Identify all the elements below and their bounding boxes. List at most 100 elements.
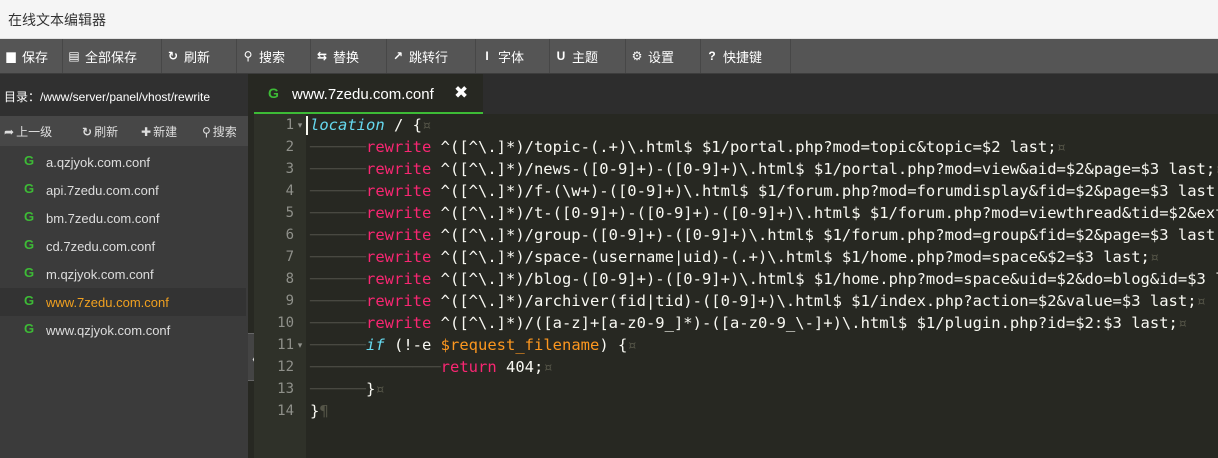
refresh-label: 刷新	[184, 49, 211, 65]
keyword: if	[366, 336, 385, 354]
indent-guide: ──────	[310, 380, 366, 398]
indent-guide: ──────	[310, 336, 366, 354]
gear-icon: ⚙	[631, 49, 643, 63]
line-number: 10	[277, 315, 294, 331]
sidebar-refresh-button[interactable]: ↻ 刷新	[82, 123, 118, 140]
eol-mark: ¤	[543, 358, 553, 376]
indent-guide: ──────	[310, 182, 366, 200]
close-icon[interactable]: ✖	[454, 83, 468, 103]
file-item[interactable]: Gcd.7zedu.com.conf	[0, 232, 246, 260]
tab-file[interactable]: G www.7zedu.com.conf ✖	[254, 74, 483, 114]
file-name: www.qzjyok.com.conf	[46, 323, 171, 338]
jump-icon: ↗	[392, 49, 404, 63]
file-icon: G	[24, 209, 35, 224]
save-button[interactable]: ▆ 保存	[0, 39, 63, 73]
indent-guide: ──────	[310, 292, 366, 310]
search-button[interactable]: ⚲ 搜索	[237, 39, 311, 73]
file-item[interactable]: Gapi.7zedu.com.conf	[0, 176, 246, 204]
file-name: cd.7zedu.com.conf	[46, 239, 156, 254]
save-all-icon: ▤	[68, 49, 80, 63]
save-all-button[interactable]: ▤ 全部保存	[63, 39, 162, 73]
shortcuts-button[interactable]: ? 快捷键	[701, 39, 791, 73]
code-line: location / {¤	[310, 114, 431, 136]
line-number: 8	[285, 271, 294, 287]
line-number-gutter: 1 2 3 4 5 6 7 8 9 10 11 12 13 14 ▾ ▾	[254, 114, 306, 458]
file-item[interactable]: Ga.qzjyok.com.conf	[0, 148, 246, 176]
directory-label: 目录：/www/server/panel/vhost/rewrite	[4, 90, 211, 104]
shortcuts-label: 快捷键	[723, 49, 763, 65]
code-text: ^([^\.]*)/t-([0-9]+)-([0-9]+)-([0-9]+)\.…	[440, 204, 1218, 222]
file-item[interactable]: Gwww.qzjyok.com.conf	[0, 316, 246, 344]
file-icon: G	[24, 293, 35, 308]
file-name: api.7zedu.com.conf	[46, 183, 159, 198]
indent-guide: ──────	[310, 138, 366, 156]
parent-dir-button[interactable]: ➦ 上一级	[4, 123, 52, 140]
code-line: ──────rewrite ^([^\.]*)/([a-z]+[a-z0-9_]…	[310, 312, 1187, 334]
replace-label: 替换	[333, 49, 360, 65]
parent-dir-label: 上一级	[16, 125, 53, 139]
file-icon: G	[24, 181, 35, 196]
code-text: 404;	[496, 358, 544, 376]
keyword: rewrite	[366, 270, 432, 288]
code-text: }	[366, 380, 376, 398]
line-number: 3	[285, 161, 294, 177]
code-text: ^([^\.]*)/space-(username|uid)-(.+)\.htm…	[431, 248, 1150, 266]
replace-button[interactable]: ⇆ 替换	[311, 39, 387, 73]
file-item[interactable]: Gbm.7zedu.com.conf	[0, 204, 246, 232]
line-number: 14	[277, 403, 294, 419]
keyword: rewrite	[366, 182, 432, 200]
jump-line-label: 跳转行	[409, 49, 449, 65]
code-line: ──────rewrite ^([^\.]*)/blog-([0-9]+)-([…	[310, 268, 1218, 290]
line-number: 2	[285, 139, 294, 155]
variable: $request_filename	[440, 336, 600, 354]
theme-button[interactable]: U 主题	[550, 39, 626, 73]
sidebar-search-label: 搜索	[212, 125, 237, 139]
code-text: (!-e	[384, 336, 441, 354]
save-icon: ▆	[6, 49, 16, 63]
line-number: 5	[285, 205, 294, 221]
line-number: 9	[285, 293, 294, 309]
file-icon: G	[24, 265, 35, 280]
code-text: ^([^\.]*)/topic-(.+)\.html$ $1/portal.ph…	[431, 138, 1057, 156]
tab-label: www.7zedu.com.conf	[292, 86, 434, 103]
theme-label: 主题	[572, 49, 599, 65]
refresh-button[interactable]: ↻ 刷新	[162, 39, 237, 73]
code-line: ──────rewrite ^([^\.]*)/group-([0-9]+)-(…	[310, 224, 1218, 246]
eol-mark: ¶	[319, 402, 329, 420]
refresh-icon: ↻	[82, 125, 93, 139]
keyword: rewrite	[366, 248, 432, 266]
code-text: ^([^\.]*)/blog-([0-9]+)-([0-9]+)\.html$ …	[431, 270, 1218, 288]
eol-mark: ¤	[1177, 314, 1188, 332]
keyword: location	[310, 116, 385, 134]
new-file-button[interactable]: ✚ 新建	[141, 123, 177, 140]
editor-toolbar: ▆ 保存 ▤ 全部保存 ↻ 刷新 ⚲ 搜索 ⇆ 替换 ↗ 跳转行 I 字体 U 主题 ⚙ 设置 ?…	[0, 39, 1218, 74]
file-item[interactable]: Gm.qzjyok.com.conf	[0, 260, 246, 288]
keyword: rewrite	[366, 292, 432, 310]
code-line: ──────────────return 404;¤	[310, 356, 553, 378]
fold-toggle-icon[interactable]: ▾	[294, 114, 306, 136]
line-number: 11	[277, 337, 294, 353]
code-line: ──────}¤	[310, 378, 385, 400]
fold-toggle-icon[interactable]: ▾	[294, 334, 306, 356]
line-number: 13	[277, 381, 294, 397]
eol-mark: ¤	[1056, 138, 1066, 156]
settings-button[interactable]: ⚙ 设置	[626, 39, 701, 73]
font-button[interactable]: I 字体	[476, 39, 550, 73]
code-text: }	[310, 402, 320, 420]
jump-line-button[interactable]: ↗ 跳转行	[387, 39, 476, 73]
code-text: ^([^\.]*)/f-(\w+)-([0-9]+)\.html$ $1/for…	[431, 182, 1218, 200]
indent-guide: ──────	[310, 160, 366, 178]
help-icon: ?	[708, 49, 716, 63]
code-text: ^([^\.]*)/archiver(fid|tid)-([0-9]+)\.ht…	[431, 292, 1197, 310]
sidebar-search-button[interactable]: ⚲ 搜索	[202, 123, 237, 140]
file-sidebar: 目录：/www/server/panel/vhost/rewrite ➦ 上一级 …	[0, 74, 248, 458]
keyword: return	[440, 358, 497, 376]
file-item-active[interactable]: Gwww.7zedu.com.conf	[0, 288, 246, 316]
code-line: ──────rewrite ^([^\.]*)/news-([0-9]+)-([…	[310, 158, 1218, 180]
code-editor[interactable]: location / {¤ ──────rewrite ^([^\.]*)/to…	[306, 114, 1218, 458]
font-label: 字体	[498, 49, 525, 65]
code-text: / {	[384, 116, 422, 134]
file-name: www.7zedu.com.conf	[46, 295, 169, 310]
search-icon: ⚲	[243, 49, 253, 63]
code-line: }¶	[310, 400, 329, 422]
